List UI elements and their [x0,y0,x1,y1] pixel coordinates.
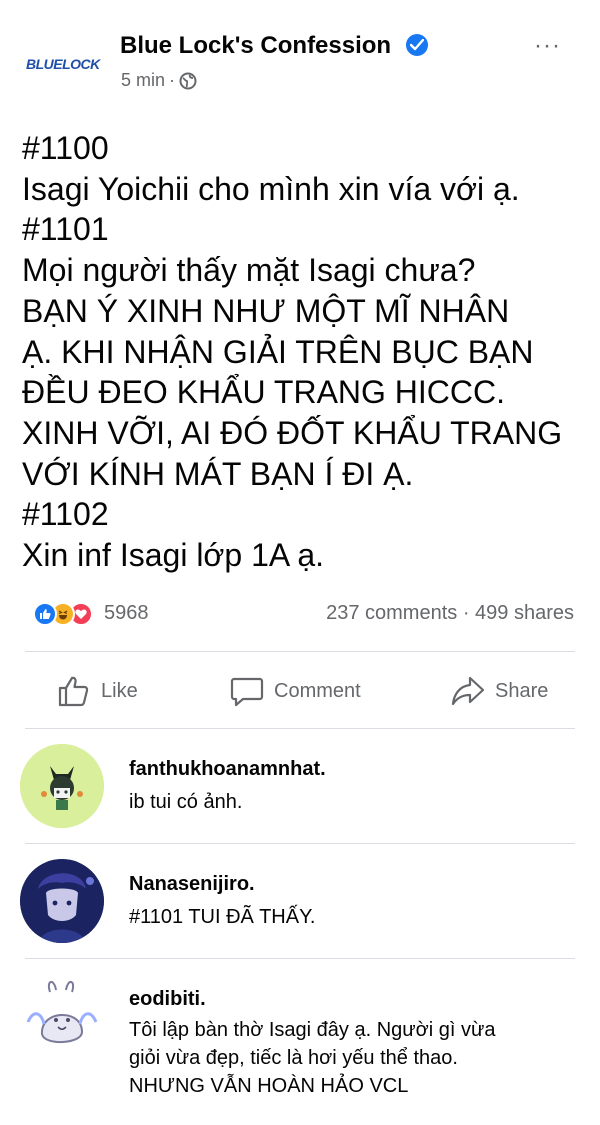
page-name[interactable]: Blue Lock's Confession [120,32,391,60]
post-line: Xin inf Isagi lớp 1A ạ. [22,537,325,574]
post-line: #1100 [22,130,109,166]
like-reaction-icon [33,602,57,626]
comment-text: ib tui có ảnh. [129,788,569,816]
divider [25,728,575,729]
avatar[interactable] [20,859,104,943]
comment-line: ib tui có ảnh. [129,791,243,813]
comment-item: eodibiti. Tôi lập bàn thờ Isagi đây ạ. N… [0,974,600,1114]
divider [25,651,575,652]
post-line: Mọi người thấy mặt Isagi chưa? [22,252,476,289]
comment-button[interactable]: Comment [230,673,361,709]
post-line: Isagi Yoichii cho mình xin vía với ạ. [22,170,520,207]
avatar[interactable] [20,974,104,1058]
comment-author[interactable]: Nanasenijiro. [129,873,255,896]
comment-item: Nanasenijiro. #1101 TUI ĐÃ THẤY. [0,859,600,959]
share-button[interactable]: Share [451,673,548,709]
post-time[interactable]: 5 min [121,70,165,91]
divider [25,958,575,959]
reaction-icons[interactable] [33,602,99,626]
reaction-count[interactable]: 5968 [104,602,149,625]
comment-line: giỏi vừa đẹp, tiếc là hơi yếu thể thao. [129,1047,458,1069]
thumbs-up-icon [58,676,89,707]
verified-badge-icon [406,34,428,56]
post-line: BẠN Ý XINH NHƯ MỘT MĨ NHÂN [22,292,510,329]
share-label: Share [495,679,549,702]
page-logo[interactable]: BLUELOCK [26,56,100,76]
comment-author[interactable]: fanthukhoanamnhat. [129,758,326,781]
comment-line: #1101 TUI ĐÃ THẤY. [129,906,316,928]
comment-label: Comment [274,679,361,702]
post-actions: Like Comment Share [0,655,600,727]
like-button[interactable]: Like [57,673,138,709]
post-line: XINH VỠI, AI ĐÓ ĐỐT KHẨU TRANG [22,414,563,451]
share-arrow-icon [451,676,485,706]
post-line: Ạ. KHI NHẬN GIẢI TRÊN BỤC BẠN [22,333,534,370]
globe-icon [179,72,197,90]
post-line: ĐỀU ĐEO KHẨU TRANG HICCC. [22,374,506,411]
more-options-button[interactable]: ··· [534,34,561,58]
speech-bubble-icon [230,677,264,707]
meta-separator: · [169,70,176,90]
post-stats: 5968 237 comments · 499 shares [0,596,600,632]
post-line: #1102 [22,496,109,533]
post-header: BLUELOCK Blue Lock's Confession 5 min · … [0,0,600,110]
post-line: #1101 [22,211,109,248]
post-meta: 5 min · [121,70,197,91]
post-text: #1100 Isagi Yoichii cho mình xin vía với… [22,128,582,576]
like-label: Like [101,679,138,702]
comment-line: Tôi lập bàn thờ Isagi đây ạ. Người gì vừ… [129,1019,496,1041]
post-line: VỚI KÍNH MÁT BẠN Í ĐI Ạ. [22,455,414,492]
comment-author[interactable]: eodibiti. [129,988,206,1011]
comment-item: fanthukhoanamnhat. ib tui có ảnh. [0,744,600,844]
comments-shares-count[interactable]: 237 comments · 499 shares [326,602,574,625]
comment-line: NHƯNG VẪN HOÀN HẢO VCL [129,1075,409,1097]
divider [25,843,575,844]
comment-text: Tôi lập bàn thờ Isagi đây ạ. Người gì vừ… [129,1016,569,1100]
avatar[interactable] [20,744,104,828]
comment-text: #1101 TUI ĐÃ THẤY. [129,903,569,931]
